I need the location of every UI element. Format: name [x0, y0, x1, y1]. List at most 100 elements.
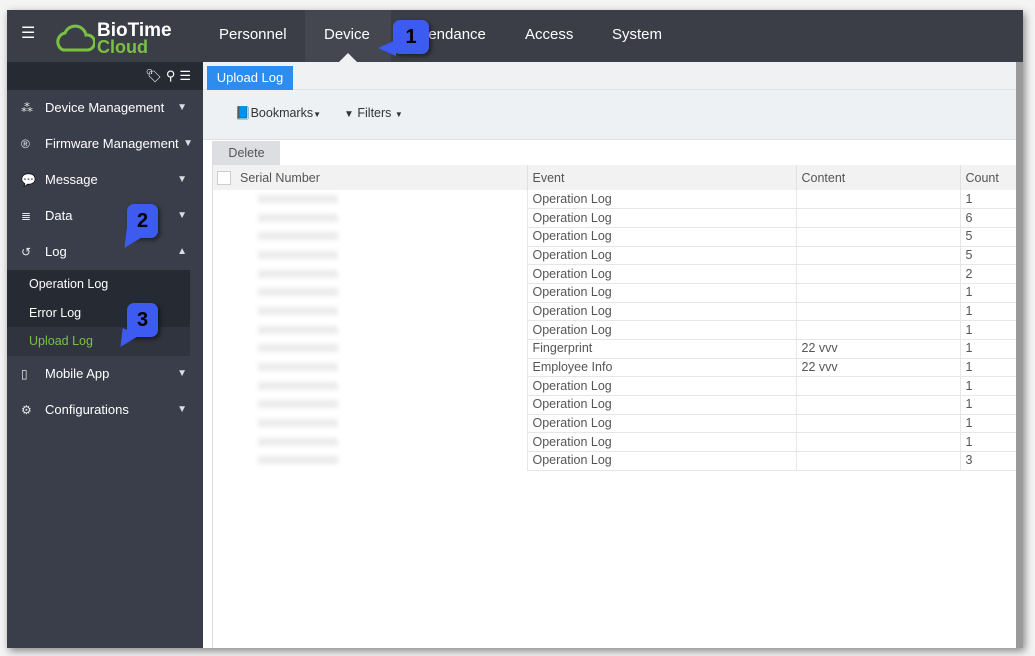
filters-label: Filters	[357, 106, 392, 120]
table-row[interactable]: Operation Log 3	[213, 451, 1023, 471]
app-window: ☰ BioTime Cloud Personnel Device Attenda…	[7, 10, 1023, 648]
event-cell: Operation Log	[527, 302, 797, 322]
row-select-cell[interactable]	[213, 283, 235, 302]
table-row[interactable]: Operation Log 1	[213, 302, 1023, 322]
tab-upload-log[interactable]: Upload Log	[207, 66, 293, 90]
table-row[interactable]: Operation Log 6	[213, 208, 1023, 228]
list-icon[interactable]: ☰	[179, 68, 195, 83]
row-select-cell[interactable]	[213, 246, 235, 265]
table-row[interactable]: Operation Log 5	[213, 227, 1023, 247]
search-icon[interactable]: ⚲	[166, 68, 180, 83]
row-select-cell[interactable]	[213, 358, 235, 377]
row-select-cell[interactable]	[213, 227, 235, 246]
serial-number-cell	[235, 320, 528, 340]
event-cell: Operation Log	[527, 414, 797, 434]
delete-button[interactable]: Delete	[213, 141, 280, 165]
row-select-cell[interactable]	[213, 265, 235, 284]
row-select-cell[interactable]	[213, 452, 235, 471]
table-row[interactable]: Operation Log 1	[213, 283, 1023, 303]
registered-icon: ®	[21, 137, 30, 151]
nav-personnel[interactable]: Personnel	[200, 10, 306, 62]
column-header-event[interactable]: Event	[527, 165, 797, 190]
sidebar-subitem-operation-log[interactable]: Operation Log	[7, 270, 190, 299]
table-row[interactable]: Operation Log 5	[213, 246, 1023, 266]
redacted-serial	[258, 344, 338, 353]
chevron-down-icon: ▼	[177, 102, 187, 113]
nav-system[interactable]: System	[593, 10, 681, 62]
row-select-cell[interactable]	[213, 321, 235, 340]
row-select-cell[interactable]	[213, 209, 235, 228]
table-row[interactable]: Operation Log 1	[213, 432, 1023, 453]
event-cell: Operation Log	[527, 320, 797, 340]
nav-access[interactable]: Access	[506, 10, 592, 62]
redacted-serial	[258, 419, 338, 428]
serial-number-cell	[235, 376, 528, 396]
scrollbar[interactable]	[1016, 62, 1023, 648]
serial-number-cell	[235, 339, 528, 359]
table-row[interactable]: Operation Log 2	[213, 264, 1023, 284]
upload-log-table: Serial Number Event Content Count Operat…	[213, 165, 1023, 471]
sidebar-item-data[interactable]: ≣ Data ▼	[7, 198, 203, 234]
count-cell: 3	[960, 451, 1023, 471]
menu-toggle-icon[interactable]: ☰	[21, 26, 37, 42]
table-row[interactable]: Operation Log 1	[213, 376, 1023, 397]
event-cell: Operation Log	[527, 190, 797, 210]
event-cell: Operation Log	[527, 395, 797, 415]
select-all-checkbox[interactable]	[217, 170, 231, 185]
table-row[interactable]: Operation Log 1	[213, 190, 1023, 210]
serial-number-cell	[235, 227, 528, 247]
logo[interactable]: BioTime Cloud	[55, 18, 185, 57]
sidebar-item-label: Message	[45, 172, 98, 187]
table-row[interactable]: Fingerprint 22 vvv 1	[213, 339, 1023, 359]
serial-number-cell	[235, 432, 528, 452]
sidebar-item-firmware-management[interactable]: ® Firmware Management ▼	[7, 126, 203, 162]
row-select-cell[interactable]	[213, 433, 235, 452]
content-cell	[796, 227, 961, 247]
bookmarks-button[interactable]: 📘Bookmarks▼	[235, 106, 321, 121]
row-select-cell[interactable]	[213, 340, 235, 359]
sidebar-item-log[interactable]: ↺ Log ▲	[7, 234, 203, 270]
sidebar-item-message[interactable]: 💬 Message ▼	[7, 162, 203, 198]
sidebar-subitem-error-log[interactable]: Error Log	[7, 298, 190, 327]
table-row[interactable]: Operation Log 1	[213, 320, 1023, 340]
table-row[interactable]: Employee Info 22 vvv 1	[213, 358, 1023, 378]
sidebar-item-label: Log	[45, 244, 67, 259]
content-cell	[796, 283, 961, 303]
tag-icon[interactable]: 🏷	[145, 68, 166, 83]
database-icon: ≣	[21, 209, 32, 223]
count-cell: 1	[960, 283, 1023, 303]
content-cell	[796, 432, 961, 453]
gears-icon: ⚙	[21, 402, 32, 417]
row-select-cell[interactable]	[213, 377, 235, 396]
count-cell: 2	[960, 264, 1023, 284]
column-header-serial[interactable]: Serial Number	[235, 165, 528, 190]
count-cell: 1	[960, 320, 1023, 340]
redacted-serial	[258, 213, 338, 222]
sidebar-item-mobile-app[interactable]: ▯ Mobile App ▼	[7, 356, 203, 392]
sidebar-item-device-management[interactable]: ⁂ Device Management ▼	[7, 90, 203, 126]
event-cell: Fingerprint	[527, 339, 797, 359]
sidebar-item-label: Device Management	[45, 100, 165, 115]
filters-button[interactable]: ▼ Filters ▼	[344, 106, 403, 120]
table-row[interactable]: Operation Log 1	[213, 414, 1023, 434]
row-select-cell[interactable]	[213, 302, 235, 321]
event-cell: Operation Log	[527, 283, 797, 303]
column-header-count[interactable]: Count	[960, 165, 1023, 190]
row-select-cell[interactable]	[213, 414, 235, 433]
sidebar-item-configurations[interactable]: ⚙ Configurations ▼	[7, 392, 203, 428]
column-header-content[interactable]: Content	[796, 165, 961, 190]
sidebar-item-label: Firmware Management	[45, 136, 179, 151]
chevron-down-icon: ▼	[177, 403, 187, 415]
row-select-cell[interactable]	[213, 190, 235, 209]
count-cell: 1	[960, 432, 1023, 453]
mobile-icon: ▯	[21, 366, 28, 381]
serial-number-cell	[235, 395, 528, 415]
sidebar-subitem-upload-log[interactable]: Upload Log	[7, 327, 190, 356]
table-row[interactable]: Operation Log 1	[213, 395, 1023, 415]
data-grid: Delete Serial Number Event Content Count…	[212, 141, 1023, 648]
event-cell: Operation Log	[527, 208, 797, 228]
count-cell: 1	[960, 414, 1023, 434]
caret-down-icon: ▼	[313, 110, 322, 119]
row-select-cell[interactable]	[213, 396, 235, 415]
serial-number-cell	[235, 451, 528, 471]
